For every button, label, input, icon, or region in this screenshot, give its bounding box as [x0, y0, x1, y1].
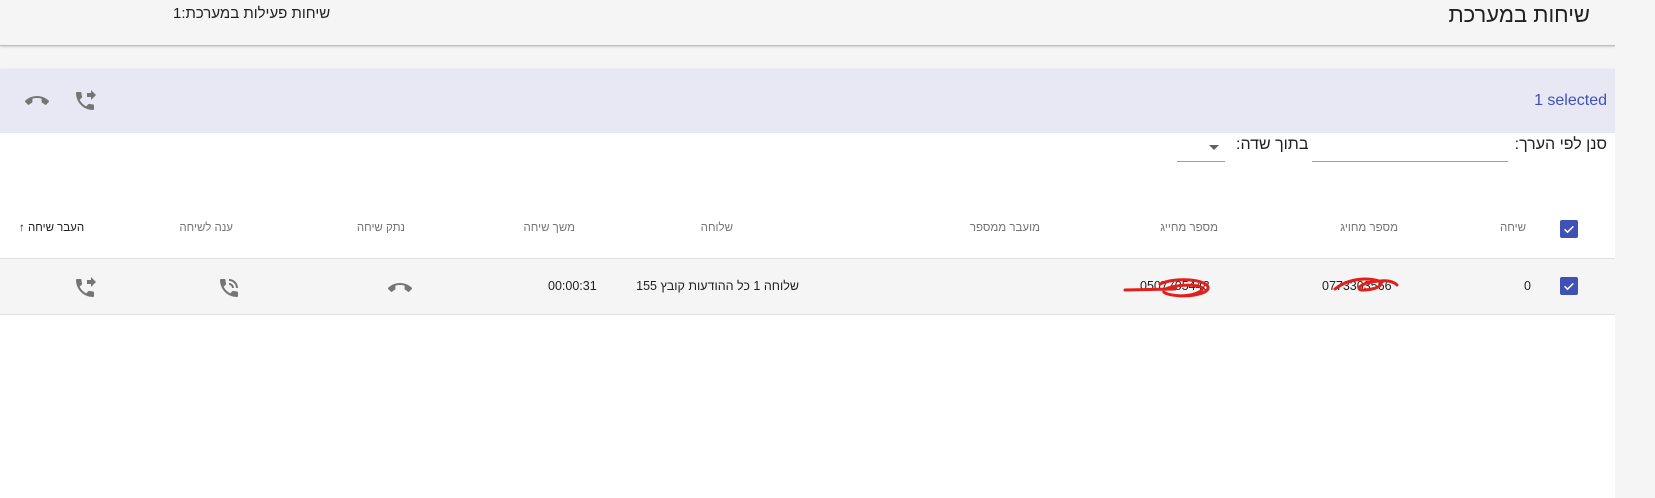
selected-count: 1 selected	[1534, 92, 1607, 109]
select-all-checkbox[interactable]	[1560, 220, 1578, 238]
check-icon	[1564, 225, 1574, 234]
sort-arrow-icon: ↑	[19, 222, 25, 234]
table-row[interactable]: 0 0773303566 0507705448 שלוחה 1 כל ההודע…	[0, 258, 1615, 315]
column-header-duration[interactable]: משך שיחה	[523, 222, 575, 234]
cell-duration: 00:00:31	[548, 279, 597, 293]
column-header-dialed[interactable]: מספר מחויג	[1340, 222, 1398, 234]
transfer-selected-button[interactable]	[68, 84, 102, 118]
cell-caller: 0507705448	[1140, 279, 1210, 293]
filter-field-select[interactable]	[1177, 134, 1225, 162]
chevron-down-icon	[1209, 145, 1219, 150]
cell-extension: שלוחה 1 כל ההודעות קובץ 155	[636, 279, 799, 293]
row-checkbox[interactable]	[1560, 277, 1578, 295]
phone-in-talk-icon	[220, 279, 238, 297]
page-header: שיחות במערכת שיחות פעילות במערכת:1	[0, 0, 1615, 46]
column-header-transfer[interactable]: ↑ העבר שיחה	[19, 222, 84, 234]
filter-value-input[interactable]	[1312, 134, 1508, 162]
call-end-icon	[25, 96, 49, 105]
column-header-hangup[interactable]: נתק שיחה	[357, 222, 405, 234]
column-header-caller[interactable]: מספר מחייג	[1160, 222, 1218, 234]
column-header-answer[interactable]: ענה לשיחה	[179, 222, 233, 234]
phone-forwarded-icon	[76, 277, 96, 297]
cell-call: 0	[1524, 279, 1531, 293]
check-icon	[1564, 282, 1574, 291]
filter-value-label: סנן לפי הערך:	[1514, 136, 1607, 153]
column-header-forwarded-from[interactable]: מועבר ממספר	[970, 222, 1040, 234]
column-header-extension[interactable]: שלוחה	[701, 222, 733, 234]
answer-call-button[interactable]	[212, 271, 246, 305]
calls-table-card: 1 selected סנן לפי הערך: בתוך שדה: שיחה …	[0, 69, 1615, 498]
active-calls-count: שיחות פעילות במערכת:1	[173, 5, 331, 22]
filter-field-label: בתוך שדה:	[1236, 136, 1309, 153]
hangup-call-button[interactable]	[383, 271, 417, 305]
call-end-icon	[388, 283, 412, 292]
cell-dialed: 0773303566	[1322, 279, 1392, 293]
column-header-transfer-label: העבר שיחה	[27, 222, 85, 234]
transfer-call-button[interactable]	[68, 271, 102, 305]
phone-forwarded-icon	[76, 90, 96, 110]
selection-toolbar: 1 selected	[0, 69, 1615, 133]
page-title: שיחות במערכת	[1448, 2, 1590, 27]
column-header-call[interactable]: שיחה	[1500, 222, 1526, 234]
page-margin	[1615, 0, 1655, 498]
hangup-selected-button[interactable]	[20, 84, 54, 118]
